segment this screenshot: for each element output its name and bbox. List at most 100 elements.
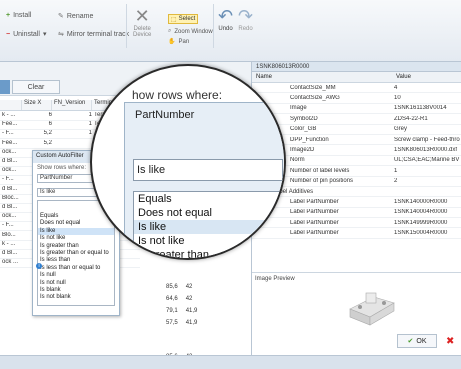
magnified-show-rows-label: how rows where:	[132, 88, 223, 102]
table-cell: ock...	[2, 148, 17, 155]
check-icon: ✔	[407, 338, 414, 345]
column-name[interactable]: Name	[252, 72, 392, 82]
table-cell: - F...	[2, 222, 14, 229]
property-value: 1	[394, 167, 398, 174]
delete-device-button[interactable]: ✕ Delete Device	[133, 6, 151, 38]
list-item[interactable]: Is not blank	[38, 294, 114, 301]
property-value: 1SNK161138V0014	[394, 105, 447, 112]
panel-tab[interactable]	[0, 80, 10, 94]
table-cell	[52, 140, 92, 148]
terminal-block-image	[349, 292, 395, 326]
property-row[interactable]: ContactSize_MM 4	[252, 83, 461, 94]
info-icon: i	[114, 246, 126, 258]
table-row: 57,5 41,9	[166, 320, 198, 326]
rename-button[interactable]: ✎ Rename	[58, 12, 93, 21]
property-value: ZDS4-22-R1	[394, 115, 428, 122]
undo-button[interactable]: ↶ Undo	[218, 6, 233, 32]
magnified-operator-select[interactable]: Is like	[133, 159, 283, 181]
magnifier-lens: how rows where: PartNumber Is like Equal…	[90, 64, 286, 260]
minus-icon: −	[6, 30, 11, 38]
table-cell: Bloc...	[2, 194, 19, 201]
grid-column-size-x[interactable]: Size X	[22, 100, 52, 110]
property-value: UL;CSA;EAC;Marine BV	[394, 157, 460, 164]
list-item[interactable]: Is greater than or equal to	[38, 250, 114, 257]
table-cell: d Bl...	[2, 250, 18, 256]
property-value: 1SNK149999R0000	[394, 219, 448, 226]
ribbon-toolbar: + Install − Uninstall ▾ ✎ Rename ⇋ Mirro…	[0, 0, 461, 62]
property-name: ContactSize_MM	[290, 84, 336, 91]
zoom-icon: ⌕	[168, 28, 172, 34]
install-button[interactable]: + Install	[6, 12, 31, 19]
hand-icon: ✋	[168, 39, 176, 45]
grid-column-fn-version[interactable]: FN_Version	[52, 100, 92, 110]
table-cell: - F...	[2, 130, 14, 137]
ribbon-separator	[126, 4, 127, 48]
table-cell: d Bl...	[2, 204, 18, 210]
property-value: Screw clamp - Feed-thro	[394, 136, 460, 143]
list-item[interactable]: Is less than	[38, 257, 114, 264]
properties-header: 1SNK806013R0000	[252, 62, 461, 72]
plus-icon: +	[6, 12, 11, 19]
list-item[interactable]: Is less than or equal to	[38, 265, 114, 272]
magnified-dialog: PartNumber Is like Equals Does not equal I…	[124, 102, 284, 258]
property-name: ContactSize_AWG	[290, 95, 340, 102]
list-item[interactable]: Does not equal	[134, 206, 284, 220]
list-item[interactable]: Is not null	[38, 280, 114, 287]
table-cell: 5,2	[43, 139, 52, 146]
table-cell: 6	[48, 112, 52, 118]
dropdown-arrow-icon: ▾	[42, 31, 47, 38]
grid-header-blank	[0, 100, 22, 110]
magnified-field-label: PartNumber	[135, 109, 195, 121]
mirror-terminal-track-button[interactable]: ⇋ Mirror terminal track	[58, 30, 129, 39]
property-value: 10	[394, 95, 401, 102]
property-value: 1SNK806013R0000.dxf	[394, 147, 458, 154]
undo-icon: ↶	[218, 6, 234, 26]
property-value: 2	[394, 178, 398, 185]
table-cell: d Bl...	[2, 185, 18, 192]
property-value: 1SNK150004R0000	[394, 230, 448, 237]
list-item[interactable]: Does not equal	[38, 220, 114, 227]
delete-icon: ✕	[134, 6, 150, 26]
table-cell: 6	[48, 121, 52, 128]
redo-icon: ↷	[238, 6, 254, 26]
list-item[interactable]: Equals	[134, 192, 284, 206]
table-cell: Fee...	[2, 139, 18, 146]
list-item[interactable]: Is not like	[134, 234, 284, 248]
clear-button[interactable]: Clear	[12, 80, 60, 94]
table-row: 64,6 42	[166, 296, 193, 302]
operator-list[interactable]: Equals Does not equal Is like Is not like Is…	[37, 200, 115, 306]
table-row: 79,1 41,9	[166, 308, 198, 314]
property-value: 1SNK140000R0000	[394, 198, 448, 205]
list-item[interactable]: Is null	[38, 272, 114, 279]
magnified-operator-list[interactable]: Equals Does not equal Is like Is not like Is…	[133, 191, 284, 258]
image-preview: Image Preview	[252, 272, 461, 332]
list-item[interactable]: Is not like	[38, 235, 114, 242]
cancel-icon[interactable]: ✖	[446, 336, 458, 348]
mirror-icon: ⇋	[58, 31, 64, 38]
list-item[interactable]: Equals	[38, 213, 114, 220]
pan-button[interactable]: ✋ Pan	[168, 38, 189, 46]
list-item[interactable]: Is blank	[38, 287, 114, 294]
list-item[interactable]: Is like	[134, 220, 284, 234]
image-preview-title: Image Preview	[255, 276, 295, 282]
table-cell: Fee...	[2, 121, 18, 128]
redo-button[interactable]: ↷ Redo	[238, 6, 253, 32]
uninstall-button[interactable]: − Uninstall ▾	[6, 30, 47, 39]
info-icon: i	[36, 263, 42, 269]
ok-button[interactable]: ✔ OK	[397, 334, 437, 348]
list-item[interactable]: Is greater than	[38, 243, 114, 250]
table-cell: ock...	[2, 167, 17, 174]
list-item[interactable]: Is like	[38, 227, 114, 236]
property-value: 1SNK140004R0000	[394, 209, 448, 216]
table-cell: 1	[88, 130, 92, 137]
cursor-icon: ⬚	[171, 16, 177, 23]
table-cell: ock ...	[2, 259, 19, 266]
property-value: Grey	[394, 126, 408, 133]
table-cell: 1	[88, 112, 92, 118]
table-cell: ock...	[2, 213, 17, 220]
property-value: 4	[394, 84, 398, 91]
table-cell: k - ...	[2, 112, 16, 118]
zoom-window-button[interactable]: ⌕ Zoom Window	[168, 28, 213, 35]
select-button[interactable]: ⬚ Select	[168, 14, 198, 24]
column-value[interactable]: Value	[392, 72, 415, 82]
